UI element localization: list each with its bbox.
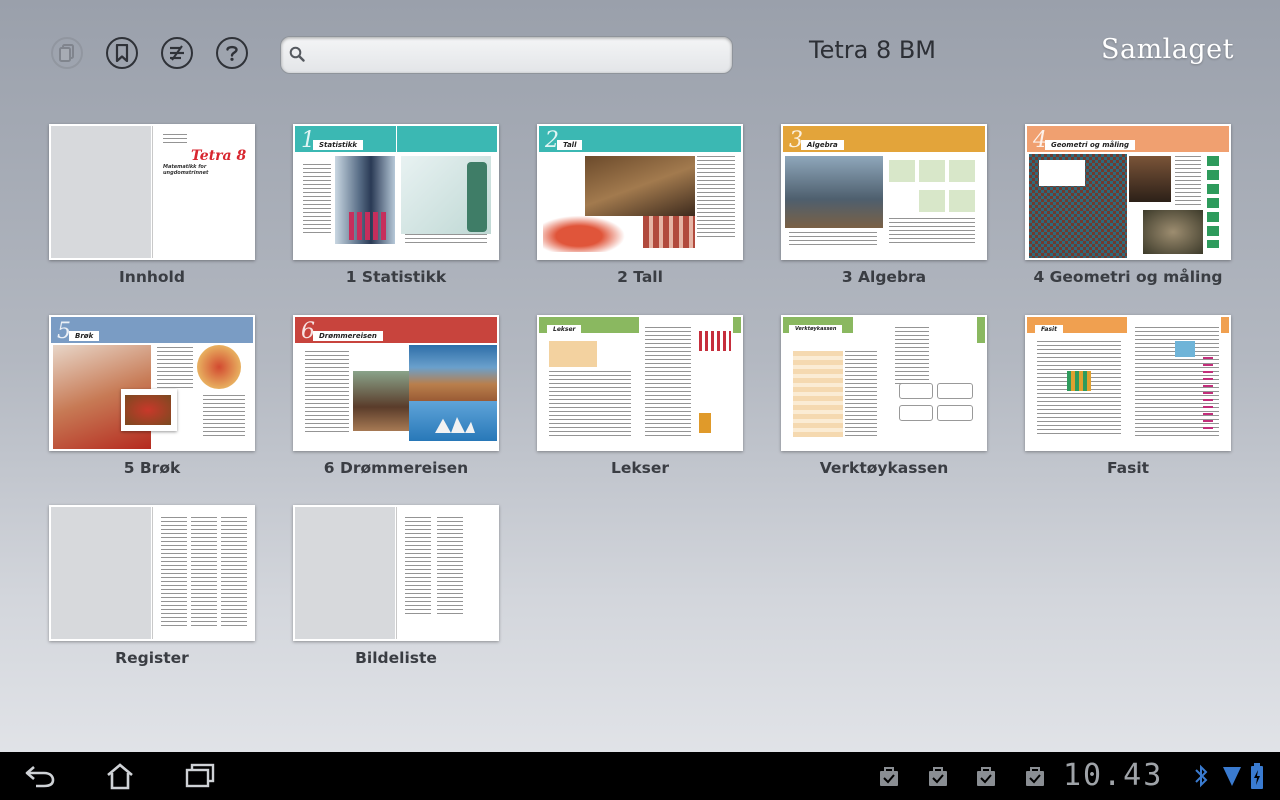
chapter-tile-brok[interactable]: 5 Brøk 5 Brøk: [49, 315, 255, 477]
chapter-tile-fasit[interactable]: Fasit Fasit: [1025, 315, 1231, 477]
download-done-icon: [880, 767, 898, 786]
book-title: Tetra 8 BM: [808, 36, 937, 64]
chapter-thumbnail[interactable]: 3 Algebra: [781, 124, 987, 260]
chapter-thumbnail[interactable]: 1 Statistikk: [293, 124, 499, 260]
publisher-logo: Samlaget: [1100, 34, 1235, 65]
chapter-thumbnail[interactable]: 5 Brøk: [49, 315, 255, 451]
chapter-name: Verktøykassen: [789, 325, 843, 333]
download-done-icon: [929, 767, 947, 786]
chapter-tile-verktoykassen[interactable]: Verktøykassen Verktøykassen: [781, 315, 987, 477]
chapter-thumbnail[interactable]: Verktøykassen: [781, 315, 987, 451]
chapter-thumbnail[interactable]: 4 Geometri og måling: [1025, 124, 1231, 260]
chapter-thumbnail[interactable]: [49, 505, 255, 641]
chapter-tile-tall[interactable]: 2 Tall 2 Tall: [537, 124, 743, 286]
chapter-name: Geometri og måling: [1045, 140, 1136, 150]
home-button[interactable]: [100, 760, 140, 792]
chapter-label: Register: [115, 649, 189, 667]
download-done-icon: [977, 767, 995, 786]
chapter-name: Brøk: [69, 331, 100, 341]
chapter-label: Lekser: [610, 459, 670, 477]
chapter-tile-bildeliste[interactable]: Bildeliste: [293, 505, 499, 667]
status-clock: 10.43: [1063, 758, 1164, 793]
search-input[interactable]: [280, 36, 733, 74]
battery-icon: [1251, 763, 1263, 789]
recent-apps-button[interactable]: [180, 760, 220, 792]
chapter-label: Fasit: [1106, 459, 1150, 477]
chapter-tile-drommereisen[interactable]: 6 Drømmereisen 6 Drømmereisen: [293, 315, 499, 477]
back-button[interactable]: [20, 760, 60, 792]
back-icon: [25, 766, 55, 788]
chapter-tile-algebra[interactable]: 3 Algebra 3 Algebra: [781, 124, 987, 286]
system-navigation-bar: 10.43: [0, 752, 1280, 800]
home-icon: [107, 763, 133, 790]
chapter-thumbnail[interactable]: 2 Tall: [537, 124, 743, 260]
chapter-label: Bildeliste: [355, 649, 437, 667]
cover-subtitle: Matematikk for ungdomstrinnet: [163, 164, 209, 176]
chapter-tile-lekser[interactable]: Lekser Lekser: [537, 315, 743, 477]
chapter-tile-geometri[interactable]: 4 Geometri og måling 4 Geometri og målin…: [1025, 124, 1231, 286]
chapter-name: Statistikk: [313, 140, 364, 150]
copy-button[interactable]: [51, 37, 83, 69]
chapter-label: 3 Algebra: [841, 268, 927, 286]
chapter-name: Tall: [557, 140, 583, 150]
chapter-label: Verktøykassen: [819, 459, 949, 477]
bookmark-button[interactable]: [106, 37, 138, 69]
chapter-thumbnail[interactable]: Tetra 8 Matematikk for ungdomstrinnet: [49, 124, 255, 260]
chapter-label: 2 Tall: [617, 268, 663, 286]
chapter-label: Innhold: [119, 268, 185, 286]
wifi-icon: [1223, 767, 1241, 786]
search-icon: [289, 46, 305, 62]
chapter-name: Lekser: [547, 325, 582, 334]
chapter-thumbnail[interactable]: Lekser: [537, 315, 743, 451]
cover-title: Tetra 8: [191, 148, 247, 164]
blank-page: [295, 507, 395, 639]
chapter-tile-register[interactable]: Register: [49, 505, 255, 667]
chapter-name: Algebra: [801, 140, 844, 150]
chapter-thumbnail[interactable]: [293, 505, 499, 641]
blank-page: [51, 126, 151, 258]
chapter-thumbnail[interactable]: Fasit: [1025, 315, 1231, 451]
bluetooth-icon: [1195, 764, 1208, 788]
help-button[interactable]: [216, 37, 248, 69]
blank-page: [51, 507, 151, 639]
notes-icon: [170, 45, 184, 61]
chapter-thumbnail[interactable]: 6 Drømmereisen: [293, 315, 499, 451]
recent-apps-icon: [185, 763, 215, 788]
chapter-name: Fasit: [1035, 325, 1063, 334]
copy-icon: [59, 44, 74, 62]
chapter-label: 1 Statistikk: [345, 268, 447, 286]
chapter-name: Drømmereisen: [313, 331, 383, 341]
chapter-label: 6 Drømmereisen: [323, 459, 469, 477]
chapter-tile-innhold[interactable]: Tetra 8 Matematikk for ungdomstrinnet In…: [49, 124, 255, 286]
bookmark-icon: [115, 44, 129, 62]
chapter-label: 5 Brøk: [123, 459, 181, 477]
spine: [152, 126, 153, 258]
download-done-icon: [1026, 767, 1044, 786]
chapter-tile-statistikk[interactable]: 1 Statistikk 1 Statistikk: [293, 124, 499, 286]
notes-button[interactable]: [161, 37, 193, 69]
chapter-label: 4 Geometri og måling: [1033, 268, 1223, 286]
help-icon: [226, 45, 238, 61]
